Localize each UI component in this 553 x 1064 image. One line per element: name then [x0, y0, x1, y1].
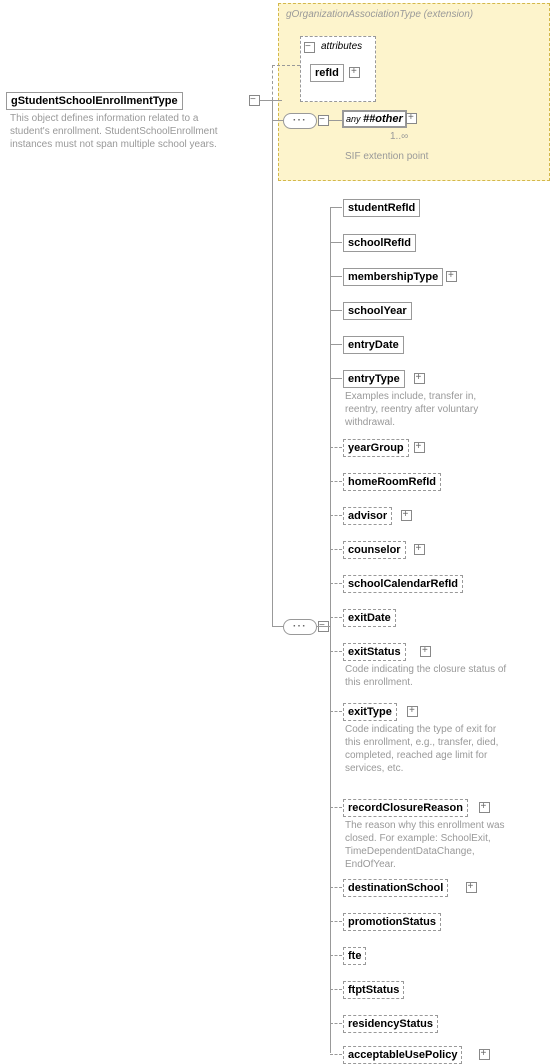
elem-schoolRefId: schoolRefId — [343, 234, 416, 252]
c-extseq-any — [329, 120, 342, 121]
elem-entryDate: entryDate — [343, 336, 404, 354]
elem-yearGroup: yearGroup — [343, 439, 409, 457]
ext-any-wrap: any ##other — [342, 110, 407, 128]
root-expand[interactable] — [249, 95, 260, 106]
c-v-main — [272, 100, 273, 627]
connector — [330, 651, 342, 652]
elem-entryType: entryType — [343, 370, 405, 388]
c-children-v — [330, 207, 331, 1053]
connector — [330, 617, 342, 618]
elem-counselor: counselor — [343, 541, 406, 559]
exp-destinationSchool[interactable] — [466, 882, 477, 893]
connector — [330, 481, 342, 482]
connector — [330, 276, 342, 277]
elem-residencyStatus: residencyStatus — [343, 1015, 438, 1033]
exp-recordClosureReason[interactable] — [479, 802, 490, 813]
exp-acceptableUsePolicy[interactable] — [479, 1049, 490, 1060]
connector — [330, 955, 342, 956]
elem-advisor: advisor — [343, 507, 392, 525]
connector — [330, 447, 342, 448]
ext-card: 1..∞ — [390, 130, 408, 143]
exp-entryType[interactable] — [414, 373, 425, 384]
c-to-mainseq — [272, 626, 283, 627]
attr-refid: refId — [310, 64, 344, 82]
c-to-extseq — [272, 120, 283, 121]
c-root-r — [260, 100, 282, 101]
connector — [330, 989, 342, 990]
connector — [330, 344, 342, 345]
exp-yearGroup[interactable] — [414, 442, 425, 453]
elem-recordClosureReason: recordClosureReason — [343, 799, 468, 817]
elem-studentRefId: studentRefId — [343, 199, 420, 217]
connector — [330, 310, 342, 311]
elem-membershipType: membershipType — [343, 268, 443, 286]
ext-seq — [283, 113, 317, 129]
c-seq-out — [317, 626, 330, 627]
connector — [330, 515, 342, 516]
elem-exitDate: exitDate — [343, 609, 396, 627]
connector — [330, 887, 342, 888]
elem-schoolCalendarRefId: schoolCalendarRefId — [343, 575, 463, 593]
connector — [330, 378, 342, 379]
connector — [330, 583, 342, 584]
ext-note: SIF extention point — [345, 150, 428, 163]
connector — [330, 242, 342, 243]
root-type: gStudentSchoolEnrollmentType — [6, 92, 183, 110]
elem-homeRoomRefId: homeRoomRefId — [343, 473, 441, 491]
c-to-attr-v — [272, 65, 273, 100]
connector — [330, 1054, 342, 1055]
attr-label: attributes — [318, 40, 365, 53]
exp-counselor[interactable] — [414, 544, 425, 555]
note-entryType: Examples include, transfer in, reentry, … — [345, 390, 510, 429]
elem-ftptStatus: ftptStatus — [343, 981, 404, 999]
attr-refid-exp[interactable] — [349, 67, 360, 78]
ext-any-exp[interactable] — [406, 113, 417, 124]
connector — [330, 549, 342, 550]
connector — [330, 207, 342, 208]
elem-exitStatus: exitStatus — [343, 643, 406, 661]
root-note: This object defines information related … — [10, 112, 240, 151]
connector — [330, 921, 342, 922]
ext-seq-exp[interactable] — [318, 115, 329, 126]
exp-exitType[interactable] — [407, 706, 418, 717]
exp-membershipType[interactable] — [446, 271, 457, 282]
exp-exitStatus[interactable] — [420, 646, 431, 657]
elem-promotionStatus: promotionStatus — [343, 913, 441, 931]
main-seq — [283, 619, 317, 635]
elem-schoolYear: schoolYear — [343, 302, 412, 320]
exp-advisor[interactable] — [401, 510, 412, 521]
note-exitType: Code indicating the type of exit for thi… — [345, 723, 510, 775]
note-recordClosureReason: The reason why this enrollment was close… — [345, 819, 510, 871]
ext-title: gOrganizationAssociationType (extension) — [286, 8, 473, 21]
note-exitStatus: Code indicating the closure status of th… — [345, 663, 510, 689]
elem-exitType: exitType — [343, 703, 397, 721]
connector — [330, 711, 342, 712]
connector — [330, 1023, 342, 1024]
connector — [330, 807, 342, 808]
elem-acceptableUsePolicy: acceptableUsePolicy — [343, 1046, 462, 1064]
attr-toggle[interactable] — [304, 42, 315, 53]
c-to-attr — [272, 65, 300, 66]
elem-destinationSchool: destinationSchool — [343, 879, 448, 897]
elem-fte: fte — [343, 947, 366, 965]
